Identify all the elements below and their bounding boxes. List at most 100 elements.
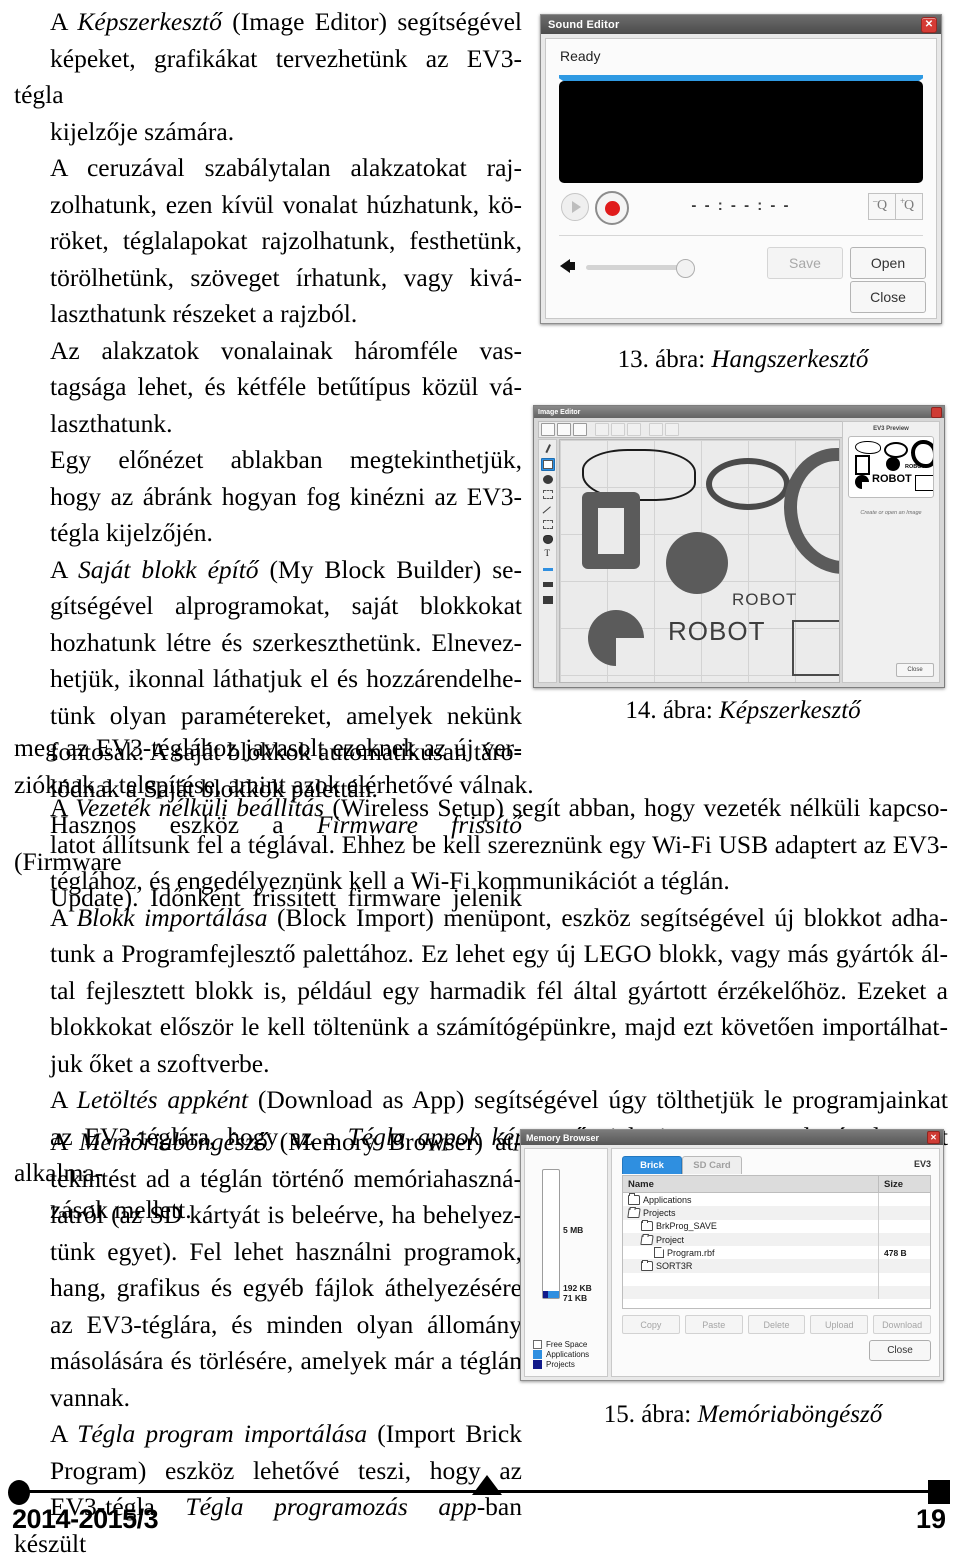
- figure-15-caption: 15. ábra: Memóriaböngésző: [528, 1400, 958, 1430]
- folder-icon: [641, 1219, 653, 1232]
- divider: [559, 235, 923, 236]
- tab-brick[interactable]: Brick: [622, 1156, 682, 1174]
- file-table[interactable]: Name Size Applications Projects BrkProg_…: [622, 1175, 931, 1309]
- copy-icon[interactable]: [611, 423, 625, 436]
- folder-open-icon: [627, 1207, 641, 1218]
- upload-button[interactable]: Upload: [810, 1315, 869, 1334]
- image-editor-tool-palette[interactable]: [538, 439, 557, 683]
- line-thin-icon[interactable]: [541, 563, 555, 576]
- canvas-text-large: ROBOT: [668, 616, 766, 646]
- pencil-tool-icon[interactable]: [541, 443, 555, 456]
- image-editor-preview-panel: EV3 Preview ROBOT ROBOT Create or open a…: [842, 421, 940, 683]
- file-name-cell: SORT3R: [623, 1259, 878, 1272]
- sound-editor-title: Sound Editor: [548, 18, 620, 31]
- memory-browser-close-button[interactable]: Close: [869, 1340, 931, 1361]
- table-row[interactable]: [623, 1272, 930, 1287]
- close-icon[interactable]: ✕: [921, 16, 937, 33]
- close-button[interactable]: Close: [850, 281, 926, 313]
- new-file-icon[interactable]: [557, 423, 571, 436]
- shape-filled-circle: [666, 532, 728, 594]
- waveform-area[interactable]: [559, 75, 923, 183]
- save-button[interactable]: Save: [767, 247, 843, 279]
- shape-pac-wedge: [588, 610, 644, 666]
- shape-rect-hole: [598, 508, 624, 554]
- volume-track[interactable]: [586, 265, 684, 270]
- cut-icon[interactable]: [595, 423, 609, 436]
- line-tool-icon[interactable]: [541, 503, 555, 517]
- waveform-display: [559, 81, 923, 183]
- open-button[interactable]: Open: [850, 247, 926, 279]
- speaker-icon: [560, 259, 575, 273]
- file-icon: [654, 1247, 664, 1259]
- select-tool-icon[interactable]: [541, 488, 555, 501]
- document-page: A Képszerkesztő (Image Editor) segítségé…: [0, 0, 960, 1558]
- line-medium-icon[interactable]: [541, 578, 555, 591]
- rectangle-tool-icon[interactable]: [540, 458, 555, 471]
- file-size-cell: [878, 1193, 930, 1207]
- paste-icon[interactable]: [627, 423, 641, 436]
- volume-knob[interactable]: [676, 259, 695, 278]
- legend-swatch-projects-icon: [533, 1360, 542, 1369]
- gauge-projects-label: 71 KB: [563, 1293, 588, 1303]
- file-name-cell: Program.rbf: [623, 1247, 878, 1259]
- close-icon[interactable]: [931, 406, 942, 418]
- delete-button[interactable]: Delete: [747, 1315, 806, 1334]
- figure-14-title: Képszerkesztő: [719, 697, 861, 724]
- eraser-tool-icon[interactable]: [541, 518, 555, 531]
- device-label: EV3: [913, 1159, 931, 1169]
- preview-title: EV3 Preview: [873, 426, 909, 432]
- download-button[interactable]: Download: [873, 1315, 931, 1334]
- redo-icon[interactable]: [665, 423, 679, 436]
- file-size-cell: 478 B: [878, 1246, 930, 1260]
- storage-tabs[interactable]: Brick SD Card: [622, 1156, 742, 1174]
- legend-free-space: Free Space: [533, 1340, 589, 1349]
- preview-text-large: ROBOT: [872, 473, 912, 485]
- memory-browser-window[interactable]: Memory Browser ✕ 5 MB 192 KB 71 KB Free …: [520, 1129, 944, 1381]
- ev3-preview-screen: ROBOT ROBOT: [848, 436, 934, 498]
- memory-legend: Free Space Applications Projects: [533, 1340, 589, 1370]
- preview-rect: [855, 455, 870, 475]
- paste-button[interactable]: Paste: [684, 1315, 743, 1334]
- folder-icon: [641, 1259, 653, 1272]
- paragraph-3: Az alakzatok vonalainak háromféle vas- t…: [50, 335, 522, 438]
- image-editor-canvas[interactable]: ROBOT ROBOT: [559, 439, 840, 683]
- copy-button[interactable]: Copy: [622, 1315, 680, 1334]
- close-icon[interactable]: ✕: [927, 1131, 940, 1144]
- fill-tool-icon[interactable]: [541, 533, 555, 546]
- gauge-apps-label: 192 KB: [563, 1283, 592, 1293]
- image-editor-close-button[interactable]: Close: [896, 663, 934, 677]
- figure-13-number: 13. ábra:: [617, 346, 706, 373]
- undo-icon[interactable]: [649, 423, 663, 436]
- memory-usage-panel: 5 MB 192 KB 71 KB Free Space Application…: [524, 1148, 608, 1377]
- paragraph-10: A Memóriaböngésző (Memory Browser) át- t…: [50, 1127, 522, 1412]
- volume-slider[interactable]: [560, 253, 750, 281]
- legend-swatch-free-icon: [533, 1340, 542, 1349]
- ellipse-tool-icon[interactable]: [541, 473, 555, 486]
- table-row[interactable]: Projects: [623, 1206, 930, 1220]
- tab-sd-card[interactable]: SD Card: [682, 1156, 742, 1174]
- footer-triangle-ornament: [472, 1475, 502, 1495]
- image-editor-window[interactable]: Image Editor T ROBOT ROBOT EV3 Preview R…: [533, 405, 945, 688]
- table-row[interactable]: BrkProg_SAVE: [623, 1219, 930, 1233]
- preview-wedge: [855, 475, 869, 489]
- table-row[interactable]: Applications: [623, 1193, 930, 1207]
- sound-editor-window[interactable]: Sound Editor ✕ Ready - - : - - : - - Q – …: [540, 14, 942, 324]
- open-file-icon[interactable]: [541, 423, 555, 436]
- file-size-cell: [878, 1272, 930, 1287]
- table-row[interactable]: Program.rbf 478 B: [623, 1246, 930, 1260]
- zoom-out-icon[interactable]: Q –: [868, 193, 896, 220]
- table-row[interactable]: [623, 1286, 930, 1300]
- folder-open-icon: [640, 1234, 654, 1245]
- save-file-icon[interactable]: [573, 423, 587, 436]
- table-row[interactable]: Project: [623, 1232, 930, 1247]
- memory-browser-title: Memory Browser: [526, 1132, 600, 1143]
- paragraph-2: A ceruzával szabálytalan alakzatokat raj…: [50, 153, 522, 328]
- file-size-cell: [878, 1219, 930, 1233]
- memory-browser-titlebar: Memory Browser ✕: [521, 1130, 943, 1145]
- gauge-total-label: 5 MB: [563, 1225, 584, 1235]
- text-tool-icon[interactable]: [541, 548, 555, 561]
- line-thick-icon[interactable]: [541, 593, 555, 606]
- preview-text-small: ROBOT: [905, 464, 925, 470]
- table-row[interactable]: SORT3R: [623, 1259, 930, 1273]
- zoom-in-icon[interactable]: Q +: [896, 193, 923, 220]
